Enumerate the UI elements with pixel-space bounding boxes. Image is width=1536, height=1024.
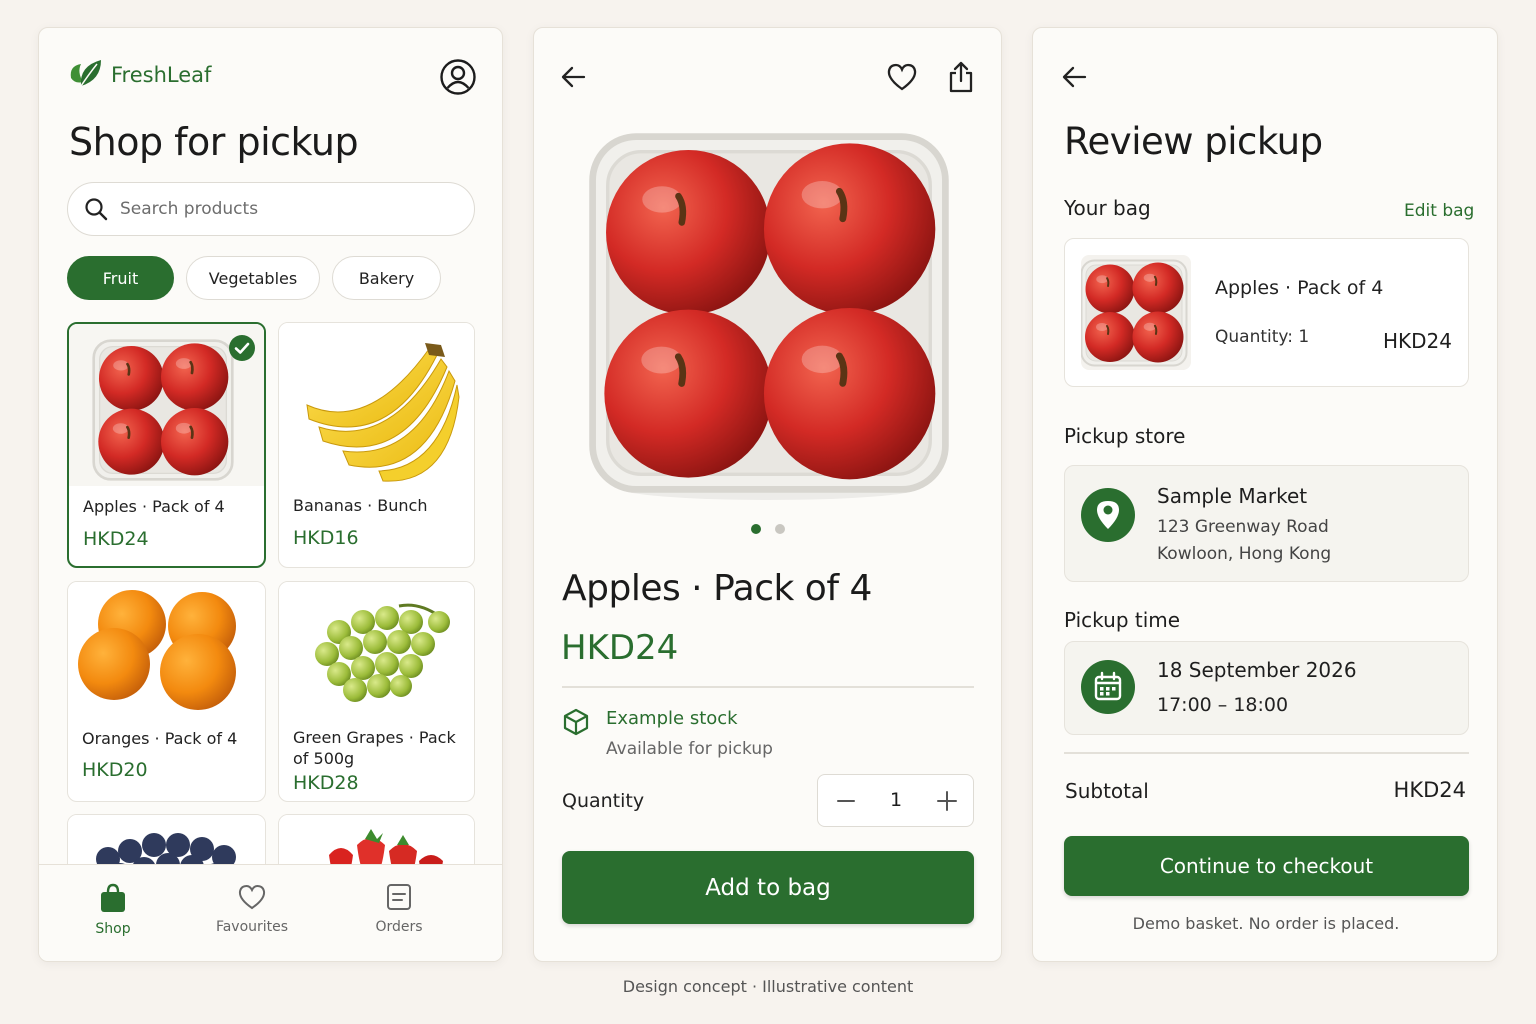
review-pickup-screen: Review pickup Your bag Edit bag Apples ·…: [1032, 27, 1498, 962]
nav-label: Shop: [95, 921, 131, 937]
nav-label: Favourites: [215, 919, 289, 935]
calendar-icon: [1081, 660, 1135, 714]
minus-icon[interactable]: [832, 787, 860, 815]
share-icon: [947, 60, 975, 94]
pickup-time-label: Pickup time: [1064, 608, 1181, 632]
store-address-line2: Kowloon, Hong Kong: [1157, 544, 1332, 564]
store-name: Sample Market: [1157, 484, 1308, 508]
product-name: Oranges · Pack of 4: [82, 729, 238, 748]
carousel-dot[interactable]: [775, 524, 785, 534]
heart-icon: [237, 883, 267, 911]
pickup-date: 18 September 2026: [1157, 658, 1357, 682]
profile-button[interactable]: [439, 58, 477, 96]
product-card-oranges[interactable]: Oranges · Pack of 4 HKD20: [67, 581, 266, 802]
bag-item-quantity: Quantity: 1: [1215, 327, 1310, 347]
location-pin-icon: [1081, 488, 1135, 542]
box-icon: [562, 708, 590, 736]
product-price: HKD16: [293, 527, 359, 549]
product-image: [279, 582, 474, 719]
check-icon: [228, 334, 256, 362]
footer-caption: Design concept · Illustrative content: [622, 977, 914, 996]
pickup-time: 17:00 – 18:00: [1157, 694, 1289, 716]
product-title: Apples · Pack of 4: [562, 568, 872, 609]
bag-item-card: Apples · Pack of 4 Quantity: 1 HKD24: [1064, 238, 1469, 387]
bag-item-name: Apples · Pack of 4: [1215, 277, 1384, 299]
stock-status: Example stock: [606, 708, 738, 729]
subtotal-value: HKD24: [1393, 778, 1466, 802]
bag-label: Your bag: [1064, 196, 1151, 220]
plus-icon[interactable]: [933, 787, 961, 815]
back-button[interactable]: [560, 64, 586, 90]
search-icon: [84, 197, 108, 221]
product-name: Bananas · Bunch: [293, 496, 428, 515]
product-image: [68, 582, 265, 719]
quantity-stepper: 1: [817, 774, 974, 827]
continue-to-checkout-button[interactable]: Continue to checkout: [1064, 836, 1469, 896]
product-name: Apples · Pack of 4: [83, 497, 225, 516]
search-input[interactable]: [120, 199, 440, 219]
back-arrow-icon: [1061, 64, 1087, 90]
divider: [562, 686, 974, 688]
back-button[interactable]: [1061, 64, 1087, 90]
chip-bakery[interactable]: Bakery: [332, 256, 441, 300]
nav-shop[interactable]: Shop: [58, 883, 168, 937]
product-detail-screen: Apples · Pack of 4 HKD24 Example stock A…: [533, 27, 1002, 962]
product-image: [279, 323, 474, 487]
shopping-bag-icon: [99, 883, 127, 913]
product-price: HKD20: [82, 759, 148, 781]
quantity-value[interactable]: 1: [884, 789, 908, 811]
page-title: Review pickup: [1064, 120, 1323, 163]
bottom-nav: Shop Favourites Orders: [39, 864, 502, 961]
brand: FreshLeaf: [67, 58, 211, 92]
leaf-logo-icon: [67, 58, 103, 92]
product-hero-image: [584, 128, 954, 508]
nav-orders[interactable]: Orders: [344, 883, 454, 935]
bag-item-image: [1081, 255, 1191, 370]
subtotal-label: Subtotal: [1065, 779, 1149, 803]
chip-vegetables[interactable]: Vegetables: [186, 256, 320, 300]
pickup-store-label: Pickup store: [1064, 424, 1186, 448]
shop-screen: FreshLeaf Shop for pickup Fruit Vegetabl…: [38, 27, 503, 962]
edit-bag-link[interactable]: Edit bag: [1404, 201, 1474, 221]
favourite-button[interactable]: [886, 62, 918, 92]
store-address-line1: 123 Greenway Road: [1157, 517, 1329, 537]
product-card-grapes[interactable]: Green Grapes · Pack of 500g HKD28: [278, 581, 475, 802]
bag-item-price: HKD24: [1382, 329, 1452, 353]
orders-icon: [386, 883, 412, 911]
product-price: HKD24: [561, 628, 679, 668]
chip-fruit[interactable]: Fruit: [67, 256, 174, 300]
demo-note: Demo basket. No order is placed.: [1132, 914, 1400, 933]
add-to-bag-button[interactable]: Add to bag: [562, 851, 974, 924]
share-button[interactable]: [947, 60, 975, 94]
page-title: Shop for pickup: [69, 120, 359, 164]
search-bar[interactable]: [67, 182, 475, 236]
heart-icon: [886, 62, 918, 92]
quantity-label: Quantity: [562, 790, 645, 812]
pickup-time-card[interactable]: 18 September 2026 17:00 – 18:00: [1064, 641, 1469, 735]
product-card-apples[interactable]: Apples · Pack of 4 HKD24: [67, 322, 266, 568]
profile-icon: [439, 58, 477, 96]
nav-favourites[interactable]: Favourites: [197, 883, 307, 935]
brand-name: FreshLeaf: [111, 63, 212, 87]
stock-subtext: Available for pickup: [606, 739, 773, 759]
divider: [1064, 752, 1469, 754]
pickup-store-card[interactable]: Sample Market 123 Greenway Road Kowloon,…: [1064, 465, 1469, 582]
back-arrow-icon: [560, 64, 586, 90]
product-card-bananas[interactable]: Bananas · Bunch HKD16: [278, 322, 475, 568]
carousel-dot-active[interactable]: [751, 524, 761, 534]
nav-label: Orders: [375, 919, 423, 935]
product-price: HKD28: [293, 772, 359, 794]
product-price: HKD24: [83, 528, 149, 550]
product-name: Green Grapes · Pack of 500g: [293, 728, 456, 768]
